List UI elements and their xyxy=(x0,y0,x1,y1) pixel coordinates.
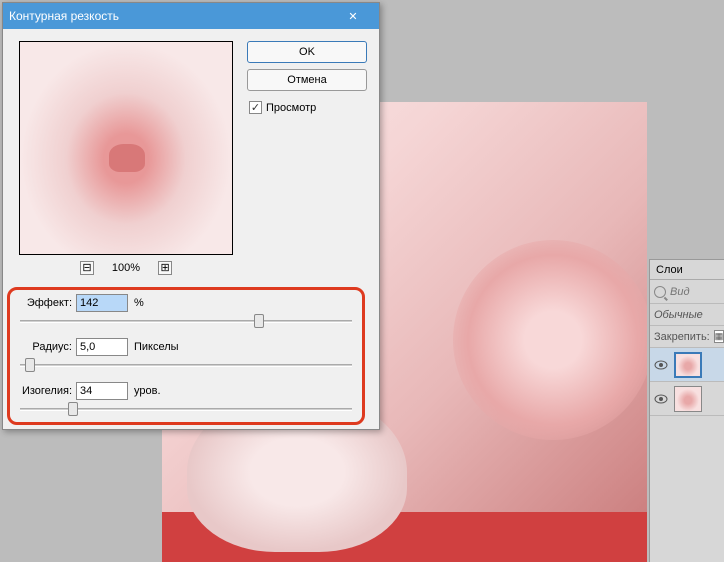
radius-slider[interactable] xyxy=(20,357,352,375)
plus-icon: ⊞ xyxy=(160,263,169,274)
effect-unit: % xyxy=(132,297,144,309)
blend-mode-dropdown[interactable]: Обычные xyxy=(650,304,724,326)
ok-button[interactable]: OK xyxy=(247,41,367,63)
search-icon xyxy=(654,286,666,298)
lock-row: Закрепить: ▦ xyxy=(650,326,724,348)
image-red-area xyxy=(162,512,647,562)
dialog-titlebar[interactable]: Контурная резкость ✕ xyxy=(3,3,379,29)
effect-slider[interactable] xyxy=(20,313,352,331)
threshold-unit: уров. xyxy=(132,385,161,397)
visibility-icon[interactable] xyxy=(654,392,668,406)
preview-label: Просмотр xyxy=(266,102,316,114)
dialog-title: Контурная резкость xyxy=(9,9,119,23)
close-icon: ✕ xyxy=(348,10,357,23)
lock-label: Закрепить: xyxy=(654,331,710,343)
layers-tab[interactable]: Слои xyxy=(650,260,724,280)
layer-thumbnail[interactable] xyxy=(674,352,702,378)
layer-thumbnail[interactable] xyxy=(674,386,702,412)
layers-panel: Слои Обычные Закрепить: ▦ xyxy=(649,259,724,562)
unsharp-mask-dialog: Контурная резкость ✕ ⊟ 100% ⊞ OK Отмена xyxy=(2,2,380,430)
highlighted-controls: Эффект: % Радиус: Пикселы Изогелия: уров… xyxy=(7,287,365,425)
threshold-label: Изогелия: xyxy=(18,385,72,397)
effect-input[interactable] xyxy=(76,294,128,312)
radius-input[interactable] xyxy=(76,338,128,356)
layer-row-2[interactable] xyxy=(650,382,724,416)
threshold-slider-thumb[interactable] xyxy=(68,402,78,416)
preview-image[interactable] xyxy=(19,41,233,255)
radius-unit: Пикселы xyxy=(132,341,179,353)
threshold-input[interactable] xyxy=(76,382,128,400)
lock-transparency-icon[interactable]: ▦ xyxy=(714,330,724,343)
zoom-out-button[interactable]: ⊟ xyxy=(80,261,94,275)
layer-row-1[interactable] xyxy=(650,348,724,382)
threshold-slider[interactable] xyxy=(20,401,352,419)
close-button[interactable]: ✕ xyxy=(333,5,373,27)
visibility-icon[interactable] xyxy=(654,358,668,372)
effect-slider-thumb[interactable] xyxy=(254,314,264,328)
layers-search-row xyxy=(650,280,724,304)
zoom-level: 100% xyxy=(112,262,140,274)
preview-checkbox[interactable]: ✓ xyxy=(249,101,262,114)
radius-slider-thumb[interactable] xyxy=(25,358,35,372)
cancel-button[interactable]: Отмена xyxy=(247,69,367,91)
zoom-in-button[interactable]: ⊞ xyxy=(158,261,172,275)
layers-search-input[interactable] xyxy=(670,286,720,298)
check-icon: ✓ xyxy=(251,101,260,114)
radius-label: Радиус: xyxy=(18,341,72,353)
effect-label: Эффект: xyxy=(18,297,72,309)
minus-icon: ⊟ xyxy=(82,263,91,274)
